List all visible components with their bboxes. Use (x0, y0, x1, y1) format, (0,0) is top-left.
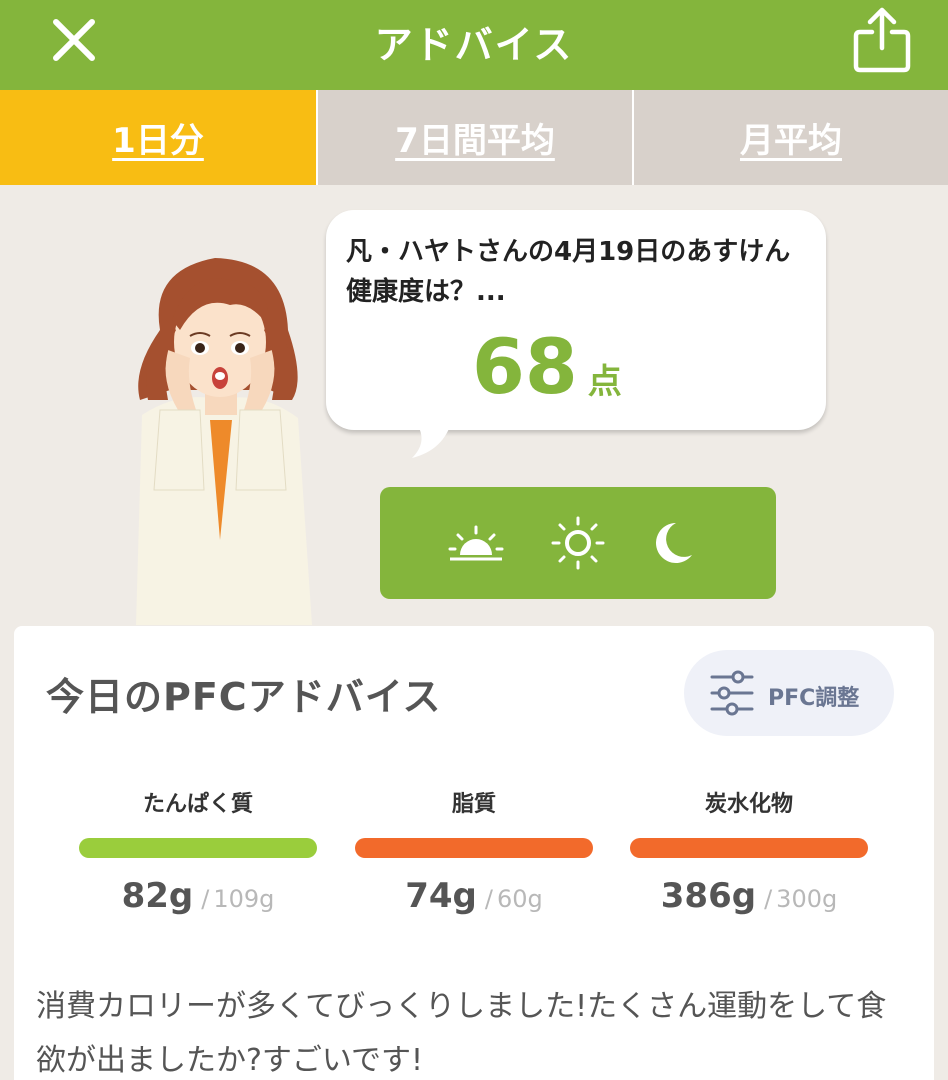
nutrient-name: 炭水化物 (704, 792, 793, 817)
app-header: アドバイス (0, 0, 948, 90)
moon-icon[interactable] (642, 515, 702, 571)
nutrient-separator: / (484, 885, 493, 913)
speech-bubble-tail (412, 420, 452, 458)
health-score-value: 68 (472, 322, 578, 411)
pfc-advice-card: 今日のPFCアドバイス PFC調整 たんぱく質 82g/109g 脂質 74g /… (14, 626, 934, 1080)
nutrient-target: 60g (496, 885, 543, 913)
nutrient-target: 109g (213, 885, 275, 913)
health-score-message: 凡・ハヤトさんの4月19日のあすけん健康度は？... (346, 237, 791, 307)
tab-7day-average[interactable]: 7日間平均 (316, 90, 632, 185)
nutrient-bar (630, 838, 868, 858)
pfc-advice-text: 消費カロリーが多くてびっくりしました!たくさん運動をして食欲が出ましたか?すごい… (36, 989, 887, 1078)
nutrient-name: たんぱく質 (142, 792, 253, 817)
nutrient-bar (79, 838, 317, 858)
pfc-adjust-button[interactable]: PFC調整 (684, 650, 894, 736)
pfc-adjust-label: PFC調整 (768, 686, 860, 711)
sun-icon[interactable] (548, 515, 608, 571)
nutrient-bar (355, 838, 593, 858)
sunrise-icon[interactable] (446, 515, 506, 571)
nutrient-value: 386g (660, 876, 757, 916)
nutrient-separator: / (764, 885, 773, 913)
health-score: 68 点 (472, 322, 622, 411)
tab-monthly-average[interactable]: 月平均 (632, 90, 948, 185)
pfc-card-title: 今日のPFCアドバイス (46, 675, 442, 719)
speech-bubble: 凡・ハヤトさんの4月19日のあすけん健康度は？... 68 点 (326, 210, 826, 430)
nutrient-fat: 脂質 74g/60g (354, 786, 594, 916)
nutrient-protein: たんぱく質 82g/109g (78, 786, 318, 916)
advisor-character-illustration (136, 258, 312, 625)
nutrient-value: 82g (121, 876, 194, 916)
nutrient-target: 300g (776, 885, 838, 913)
sliders-icon (710, 670, 754, 716)
page-title: アドバイス (374, 23, 574, 67)
health-score-unit: 点 (587, 362, 622, 402)
nutrient-carbohydrate: 炭水化物 386g/300g (629, 786, 869, 916)
nutrient-separator: / (201, 885, 210, 913)
share-icon[interactable] (852, 6, 912, 74)
meal-time-panel (380, 487, 776, 599)
tab-1day[interactable]: 1日分 (0, 90, 316, 185)
nutrient-value: 74g (405, 876, 477, 916)
period-tabs: 1日分 7日間平均 月平均 (0, 90, 948, 185)
nutrient-name: 脂質 (451, 792, 496, 817)
